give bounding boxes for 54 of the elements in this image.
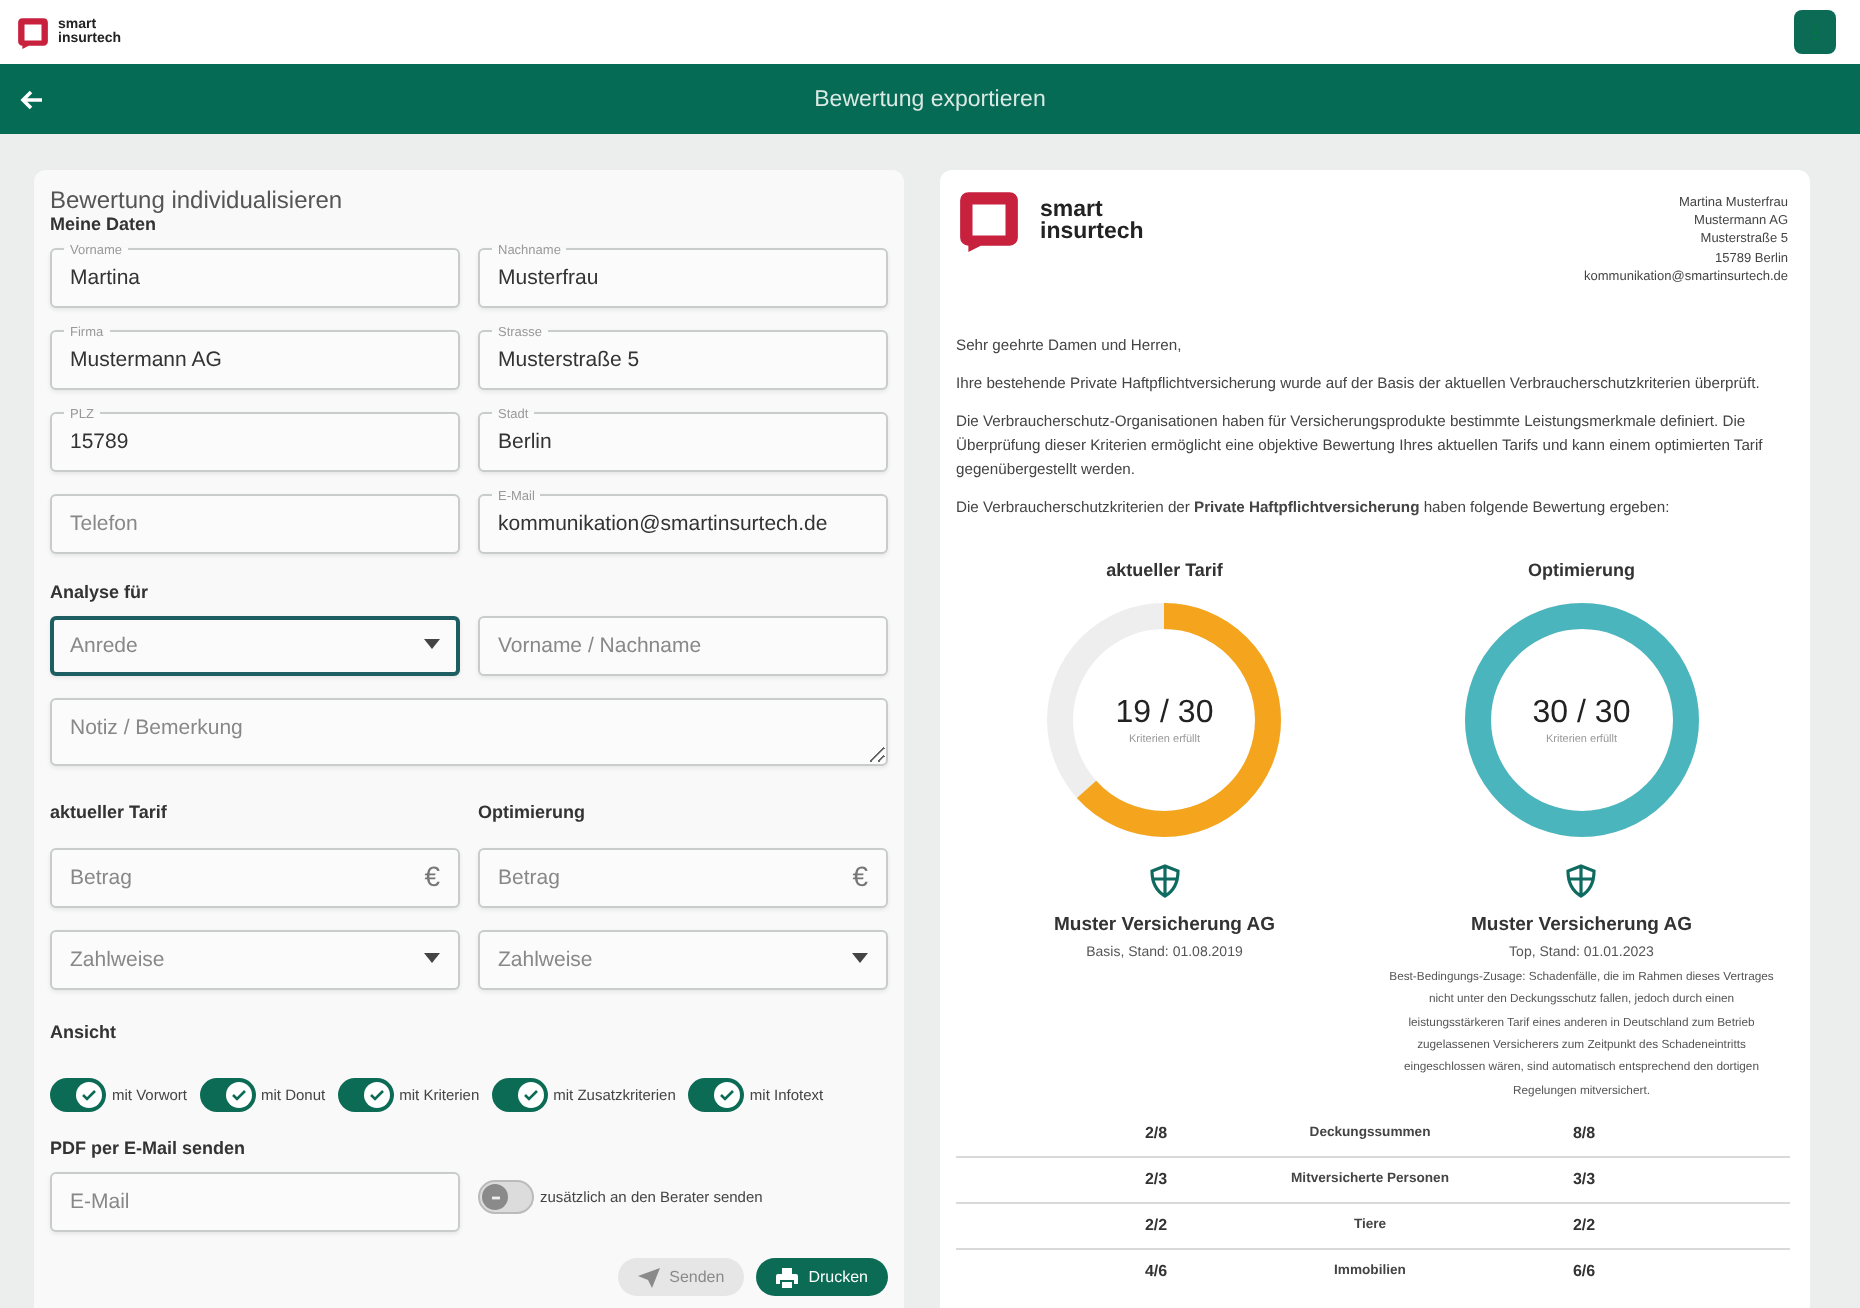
check-icon [367,1086,386,1104]
caret-icon [424,952,440,962]
logo-icon [16,15,50,49]
check-icon [521,1086,540,1104]
table-cell-text: 3/3 [1570,1170,1598,1189]
toggle-switch[interactable] [50,1078,106,1112]
form-title: Bewertung individualisieren [50,186,345,214]
check-icon [717,1086,736,1104]
section-heading: aktueller Tarif [50,802,169,822]
table-cell-text: 2/2 [1570,1216,1598,1235]
send-icon [637,1267,660,1287]
text-field[interactable]: Vorname / Nachname [478,616,888,676]
table-cell-text: 2/3 [1142,1170,1170,1189]
back-button[interactable] [20,89,44,109]
column-heading: Optimierung [1528,560,1635,581]
note-field[interactable]: Notiz / Bemerkung [50,698,888,766]
shield-icon [1149,864,1180,899]
menu-button[interactable] [1794,10,1836,54]
print-button[interactable]: Drucken [756,1258,888,1296]
section-heading: Analyse für [50,582,151,602]
printer-icon [776,1267,799,1287]
section-heading: Meine Daten [50,214,159,234]
check-icon [80,1086,98,1104]
dropdown-field[interactable]: Anrede [50,616,460,676]
logo-icon [956,188,1022,254]
caret-icon [424,638,440,648]
back-arrow-icon [20,89,44,109]
score: 19 / 30 [1115,695,1214,732]
section-heading: Optimierung [478,802,587,822]
currency-symbol: € [424,861,440,889]
table-cell-text: 2/8 [1142,1124,1170,1143]
toggle-switch[interactable] [337,1078,394,1112]
table-cell-text: 2/2 [1142,1216,1170,1235]
insurer-name: Muster Versicherung AG [1053,914,1275,937]
caret-icon [852,952,868,962]
text-field[interactable]: E-Mail [50,1172,460,1232]
score: 30 / 30 [1532,695,1631,732]
table-cell-text: 4/6 [1142,1262,1170,1281]
section-heading: PDF per E-Mail senden [50,1138,248,1158]
toggle-switch[interactable] [687,1078,744,1112]
toggle-switch[interactable] [199,1078,256,1112]
shield-icon [1566,864,1597,899]
section-heading: Ansicht [50,1022,119,1042]
text-field[interactable]: Telefon [50,494,460,554]
insurer-name: Muster Versicherung AG [1470,914,1692,937]
check-icon [229,1086,248,1104]
table-cell-text: 6/6 [1570,1262,1598,1281]
page-title: Bewertung exportieren [814,87,1046,111]
currency-symbol: € [852,861,868,889]
logo-text: smart insurtech [1040,199,1144,243]
toggle-switch[interactable] [478,1180,534,1214]
table-cell-text: 8/8 [1570,1124,1598,1143]
toggle-switch[interactable] [491,1078,548,1112]
column-heading: aktueller Tarif [1106,560,1223,581]
